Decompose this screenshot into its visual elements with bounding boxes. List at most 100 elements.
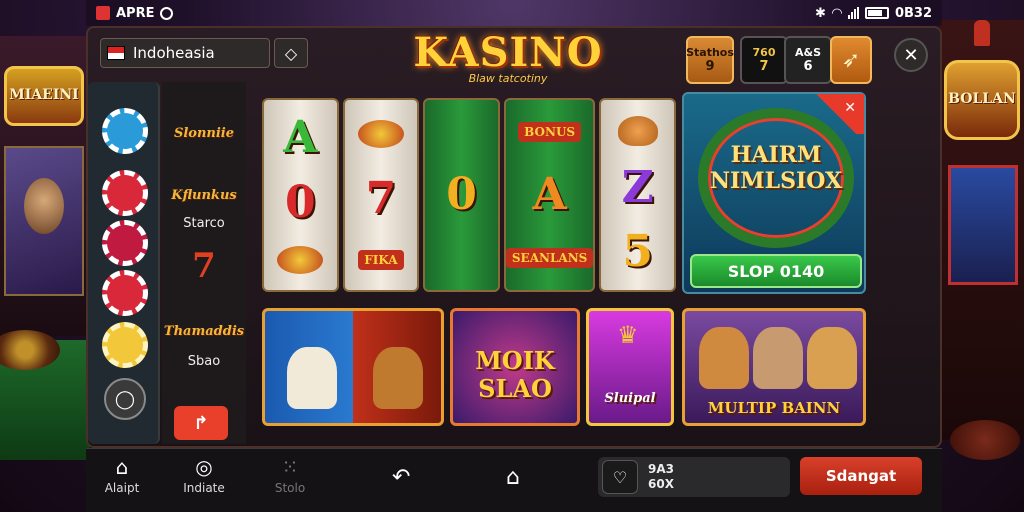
red-chip-icon[interactable] [102,170,148,216]
nav-item-home[interactable]: ⌂ Alaipt [94,455,150,495]
featured-promo[interactable]: ✕ HAIRM NIMLSIOX SLOP 0140 [682,92,866,294]
gold-chip-icon[interactable] [102,322,148,368]
reel-symbol: Z [621,162,654,213]
promo-play-button[interactable]: SLOP 0140 [690,254,862,288]
reel-1: A 0 [262,98,339,292]
category-kflunkus[interactable]: Kflunkus [162,188,246,203]
wallet-display[interactable]: ♡ 9A3 60X [598,457,790,497]
reel-badge: FIKA [358,249,404,270]
reel-symbol: 0 [446,169,477,220]
lucky-seven-icon: 7 [192,246,216,286]
game-tile-label: MOIK SLAO [475,346,555,403]
game-tile-multip-bainn[interactable]: MULTIP BAINN [682,308,866,426]
character-icon [287,347,337,409]
fruit-icon [277,245,324,274]
game-tile-label: Sluipal [604,391,656,406]
reel-symbol: 0 [285,176,316,228]
reel-symbol: A [283,112,318,164]
arrow-button[interactable]: ↱ [174,406,228,440]
home-icon: ⌂ [115,455,129,479]
nav-item-chat[interactable]: ◎ Indiate [176,455,232,495]
logo-title: KASINO [413,29,603,76]
stat-label: Stathos [686,46,734,59]
nav-item-grid[interactable]: ⁙ Stolo [262,455,318,495]
heart-icon: ♡ [602,460,638,494]
dog-character-icon [699,327,749,389]
help-button[interactable]: ◯ [104,378,146,420]
game-tile-label: MULTIP BAINN [707,399,841,417]
lion-character-icon [373,347,423,409]
cat-icon [617,116,658,146]
category-thamaddis[interactable]: Thamaddis [162,324,246,339]
reel-badge: BONUS [518,121,582,142]
battery-icon [864,7,889,19]
stat-box-stathos[interactable]: Stathos 9 [686,36,734,84]
detective-character-icon [753,327,803,389]
chat-bubble-icon: ◯ [114,388,136,410]
promo-title: HAIRM NIMLSIOX [709,142,843,194]
nav-label: Stolo [274,481,306,495]
reel-symbol: A [532,168,567,220]
stat-label: A&S [794,46,822,59]
grid-icon: ⁙ [281,455,299,479]
diamond-button[interactable]: ◇ [274,38,308,68]
hammer-icon: ✕ [844,100,856,116]
game-tile-moik-slao[interactable]: MOIK SLAO [450,308,580,426]
game-tile-sluipal[interactable]: ♛ Sluipal [586,308,674,426]
crown-icon: ♛ [617,321,639,349]
machine-marquee: MIAEINI [4,66,84,126]
clock-icon [160,6,174,20]
diamond-icon: ◇ [284,43,298,63]
stat-label: 760 [752,46,776,59]
close-button[interactable]: ✕ [894,38,928,72]
bar-stool [950,420,1020,460]
reel-symbol: 7 [365,172,397,224]
slot-reels[interactable]: A 0 7 FIKA 0 BONUS A SEANLANS Z 5 [262,98,676,292]
wallet-line-2: 60X [648,477,674,491]
red-chip-icon[interactable] [102,220,148,266]
stat-box-760[interactable]: 760 7 [740,36,788,84]
category-label-starco: Starco [183,216,225,231]
signup-button[interactable]: Sdangat [800,457,922,495]
category-slonniie[interactable]: Slonniie [162,126,246,141]
bluetooth-icon: ✱ [815,5,826,21]
bottom-nav: ⌂ Alaipt ◎ Indiate ⁙ Stolo ↶ ⌂ ♡ 9A3 60X… [86,448,942,512]
stat-value: 6 [803,59,813,74]
dog-character-icon [807,327,857,389]
nav-label: Alaipt [104,481,140,495]
rocket-icon: ➶ [841,47,861,73]
wallet-line-1: 9A3 [648,462,674,476]
country-label: Indoheasia [133,44,215,62]
casino-app-panel: Indoheasia ◇ KASINO Blaw tatcotiny Stath… [86,26,942,448]
machine-screen [4,146,84,296]
stat-box-as[interactable]: A&S 6 [784,36,832,84]
reel-4: BONUS A SEANLANS [503,98,596,292]
background-slot-machine-right: BOLLAN [940,20,1024,440]
chat-icon: ◎ [195,455,213,479]
red-chip-icon[interactable] [102,270,148,316]
category-column: Slonniie Kflunkus Starco 7 Thamaddis Sba… [162,82,246,444]
fruit-icon [357,120,404,149]
status-left-text: APRE [116,5,155,21]
home-outline-icon[interactable]: ⌂ [506,465,520,490]
arrow-icon: ↱ [193,412,209,434]
blue-chip-icon[interactable] [102,108,148,154]
reel-2: 7 FIKA [342,98,420,292]
back-icon[interactable]: ↶ [392,465,410,490]
machine-lamp [974,20,990,46]
app-logo: KASINO Blaw tatcotiny [408,29,608,86]
reel-symbol: 5 [622,226,653,277]
reel-3: 0 [423,98,500,292]
country-select[interactable]: Indoheasia [100,38,270,68]
status-time: 0B32 [894,5,932,21]
stat-value: 9 [705,59,715,74]
stat-value: 7 [759,59,769,74]
background-slot-machine-left: MIAEINI [0,36,90,336]
game-tile-characters[interactable] [262,308,444,426]
wifi-icon: ◠ [831,5,842,21]
rocket-button[interactable]: ➶ [830,36,872,84]
signal-icon [847,7,859,19]
reel-5: Z 5 [599,98,676,292]
close-icon: ✕ [903,44,919,66]
machine-marquee: BOLLAN [944,60,1020,140]
